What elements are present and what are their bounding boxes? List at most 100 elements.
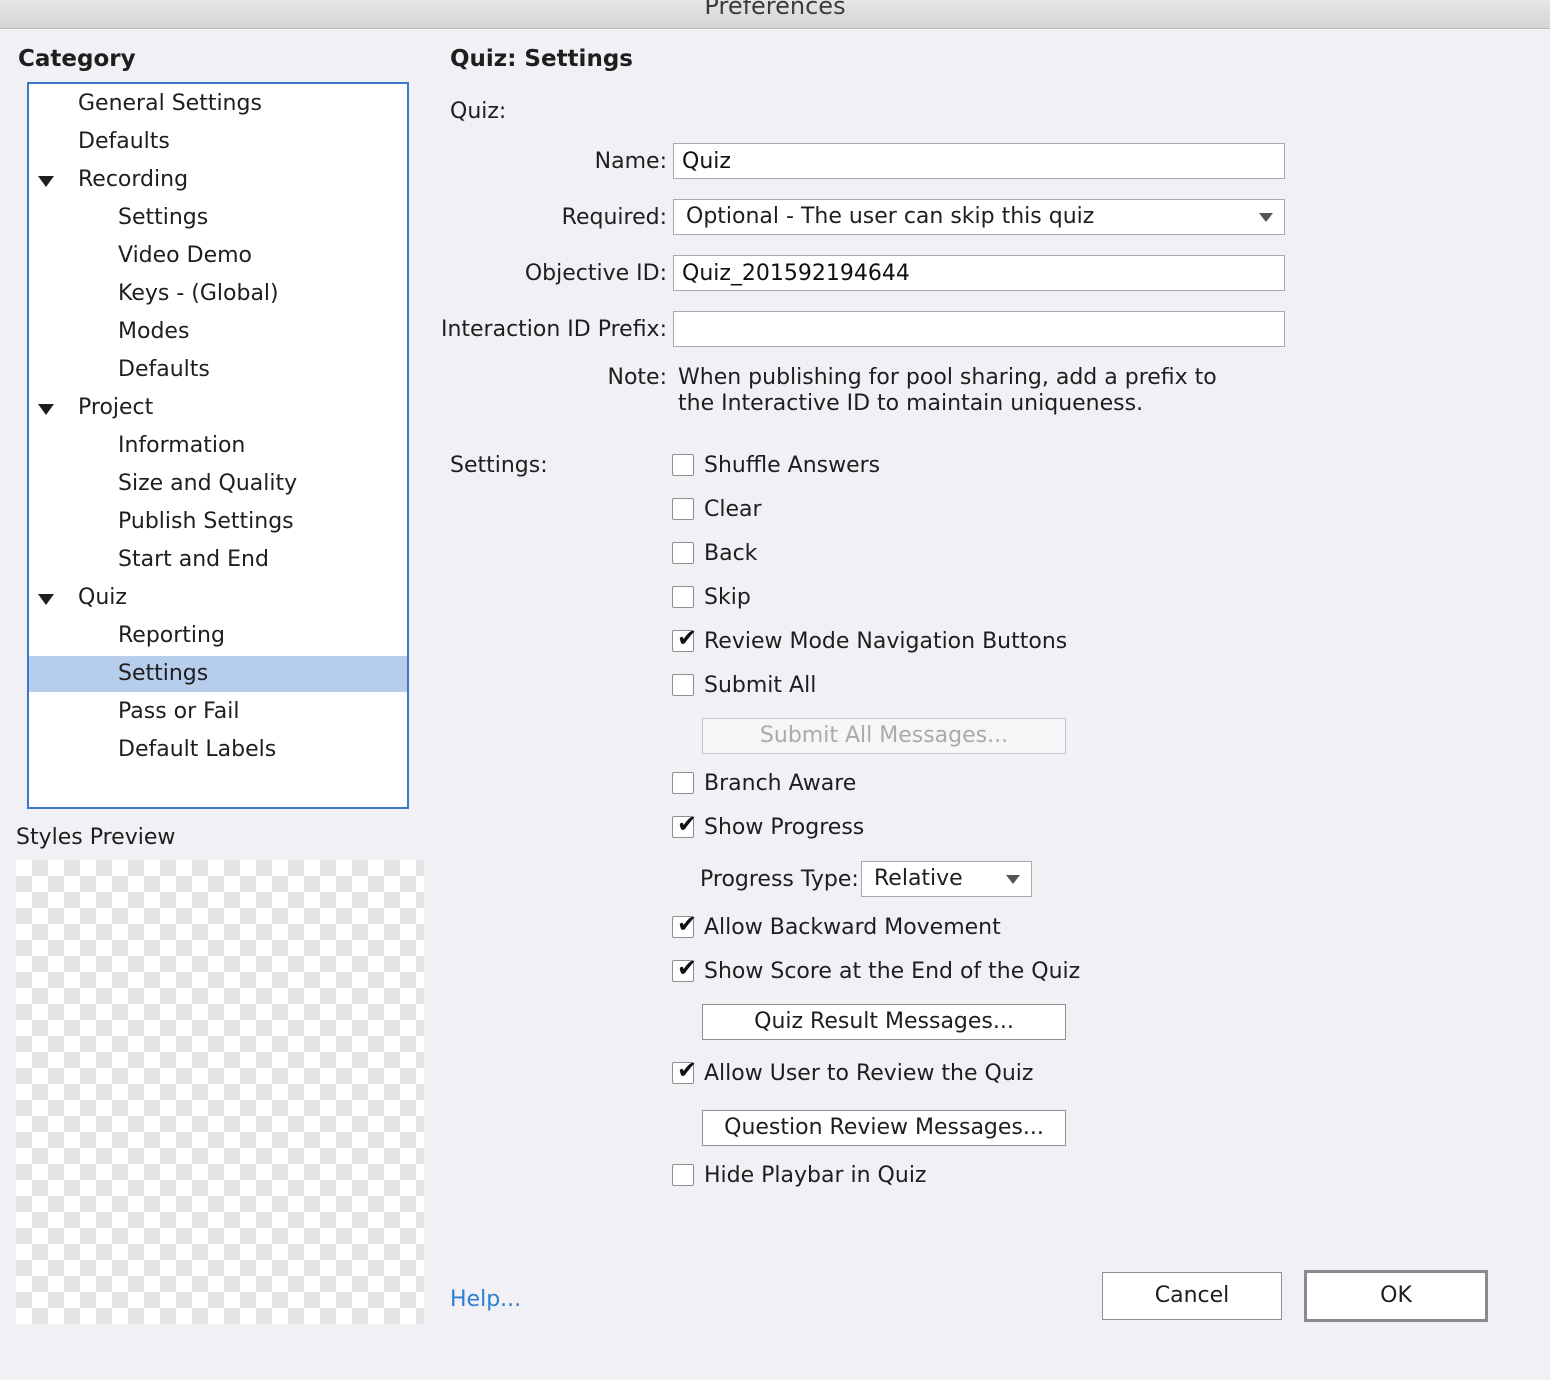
tree-item-label: Pass or Fail — [118, 699, 240, 724]
tree-item-label: Publish Settings — [118, 509, 294, 534]
checkmark-icon: ✔ — [677, 624, 698, 652]
objective-id-label: Objective ID: — [524, 261, 667, 286]
checkbox-label: Shuffle Answers — [704, 453, 881, 478]
checkbox-box[interactable] — [672, 772, 694, 794]
checkbox-label: Allow User to Review the Quiz — [704, 1061, 1034, 1086]
quiz-result-messages-button[interactable]: Quiz Result Messages... — [702, 1004, 1066, 1040]
tree-item-recording-defaults[interactable]: Defaults — [29, 352, 407, 388]
tree-item-label: Settings — [118, 205, 209, 230]
disclosure-triangle-icon[interactable] — [38, 176, 54, 187]
checkbox-label: Branch Aware — [704, 771, 857, 796]
checkbox-label: Skip — [704, 585, 751, 610]
tree-item-keys-global[interactable]: Keys - (Global) — [29, 276, 407, 312]
required-select[interactable]: Optional - The user can skip this quiz — [673, 199, 1285, 235]
checkbox-label: Back — [704, 541, 758, 566]
tree-item-label: Keys - (Global) — [118, 281, 279, 306]
page-title: Quiz: Settings — [450, 46, 633, 72]
category-tree[interactable]: General Settings Defaults Recording Sett… — [27, 82, 409, 809]
name-label: Name: — [594, 149, 667, 174]
tree-item-pass-or-fail[interactable]: Pass or Fail — [29, 694, 407, 730]
progress-type-label: Progress Type: — [700, 867, 859, 892]
tree-item-label: Information — [118, 433, 246, 458]
cancel-button[interactable]: Cancel — [1102, 1272, 1282, 1320]
tree-item-defaults[interactable]: Defaults — [29, 124, 407, 160]
progress-type-select[interactable]: Relative — [861, 861, 1032, 897]
checkmark-icon: ✔ — [677, 910, 698, 938]
tree-item-label: Size and Quality — [118, 471, 298, 496]
checkbox-label: Show Progress — [704, 815, 865, 840]
tree-item-project[interactable]: Project — [29, 390, 407, 426]
disclosure-triangle-icon[interactable] — [38, 594, 54, 605]
submit-all-messages-button[interactable]: Submit All Messages... — [702, 718, 1066, 754]
checkbox-label: Allow Backward Movement — [704, 915, 1001, 940]
tree-item-label: Quiz — [78, 585, 127, 610]
tree-item-label: Defaults — [118, 357, 210, 382]
tree-item-recording-settings[interactable]: Settings — [29, 200, 407, 236]
checkbox-label: Show Score at the End of the Quiz — [704, 959, 1081, 984]
tree-item-modes[interactable]: Modes — [29, 314, 407, 350]
checkmark-icon: ✔ — [677, 954, 698, 982]
tree-item-start-and-end[interactable]: Start and End — [29, 542, 407, 578]
checkbox-label: Hide Playbar in Quiz — [704, 1163, 927, 1188]
checkbox-box[interactable] — [672, 498, 694, 520]
tree-item-label: Settings — [118, 661, 209, 686]
checkmark-icon: ✔ — [677, 810, 698, 838]
note-text-line1: When publishing for pool sharing, add a … — [678, 365, 1217, 390]
tree-item-label: General Settings — [78, 91, 262, 116]
tree-item-video-demo[interactable]: Video Demo — [29, 238, 407, 274]
checkbox-box[interactable]: ✔ — [672, 1058, 697, 1084]
tree-item-label: Defaults — [78, 129, 170, 154]
checkbox-box[interactable] — [672, 586, 694, 608]
required-select-value: Optional - The user can skip this quiz — [686, 204, 1095, 229]
tree-item-quiz-settings[interactable]: Settings — [29, 656, 407, 692]
tree-item-label: Project — [78, 395, 154, 420]
chevron-down-icon — [1259, 213, 1273, 222]
note-label: Note: — [607, 365, 668, 390]
interaction-id-prefix-label: Interaction ID Prefix: — [440, 317, 667, 342]
checkbox-box[interactable]: ✔ — [672, 956, 697, 982]
checkmark-icon: ✔ — [677, 1056, 698, 1084]
quiz-section-label: Quiz: — [450, 99, 507, 124]
tree-item-recording[interactable]: Recording — [29, 162, 407, 198]
styles-preview-canvas — [16, 860, 424, 1324]
question-review-messages-button[interactable]: Question Review Messages... — [702, 1110, 1066, 1146]
tree-item-information[interactable]: Information — [29, 428, 407, 464]
tree-item-general-settings[interactable]: General Settings — [29, 86, 407, 122]
name-input[interactable] — [673, 143, 1285, 179]
checkbox-box[interactable] — [672, 1164, 694, 1186]
tree-item-default-labels[interactable]: Default Labels — [29, 732, 407, 768]
tree-item-size-and-quality[interactable]: Size and Quality — [29, 466, 407, 502]
interaction-id-prefix-input[interactable] — [673, 311, 1285, 347]
tree-item-publish-settings[interactable]: Publish Settings — [29, 504, 407, 540]
tree-item-label: Recording — [78, 167, 189, 192]
checkbox-label: Clear — [704, 497, 762, 522]
tree-item-label: Start and End — [118, 547, 269, 572]
checkbox-box[interactable]: ✔ — [672, 912, 697, 938]
title-bar: Preferences — [0, 0, 1550, 29]
tree-item-label: Reporting — [118, 623, 225, 648]
category-heading: Category — [18, 46, 136, 72]
settings-label: Settings: — [450, 453, 548, 478]
disclosure-triangle-icon[interactable] — [38, 404, 54, 415]
tree-item-label: Video Demo — [118, 243, 252, 268]
tree-item-label: Default Labels — [118, 737, 277, 762]
checkbox-box[interactable]: ✔ — [672, 626, 697, 652]
checkbox-label: Submit All — [704, 673, 817, 698]
window-title: Preferences — [704, 0, 846, 20]
checkbox-box[interactable]: ✔ — [672, 812, 697, 838]
tree-item-quiz[interactable]: Quiz — [29, 580, 407, 616]
checkbox-box[interactable] — [672, 454, 694, 476]
note-text-line2: the Interactive ID to maintain uniquenes… — [678, 391, 1144, 416]
objective-id-input[interactable] — [673, 255, 1285, 291]
progress-type-value: Relative — [874, 866, 963, 891]
help-link[interactable]: Help... — [450, 1287, 521, 1312]
required-label: Required: — [561, 205, 667, 230]
ok-button[interactable]: OK — [1304, 1270, 1488, 1322]
checkbox-box[interactable] — [672, 542, 694, 564]
chevron-down-icon — [1006, 875, 1020, 884]
tree-item-reporting[interactable]: Reporting — [29, 618, 407, 654]
styles-preview-label: Styles Preview — [16, 825, 176, 850]
checkbox-label: Review Mode Navigation Buttons — [704, 629, 1068, 654]
checkbox-box[interactable] — [672, 674, 694, 696]
tree-item-label: Modes — [118, 319, 190, 344]
